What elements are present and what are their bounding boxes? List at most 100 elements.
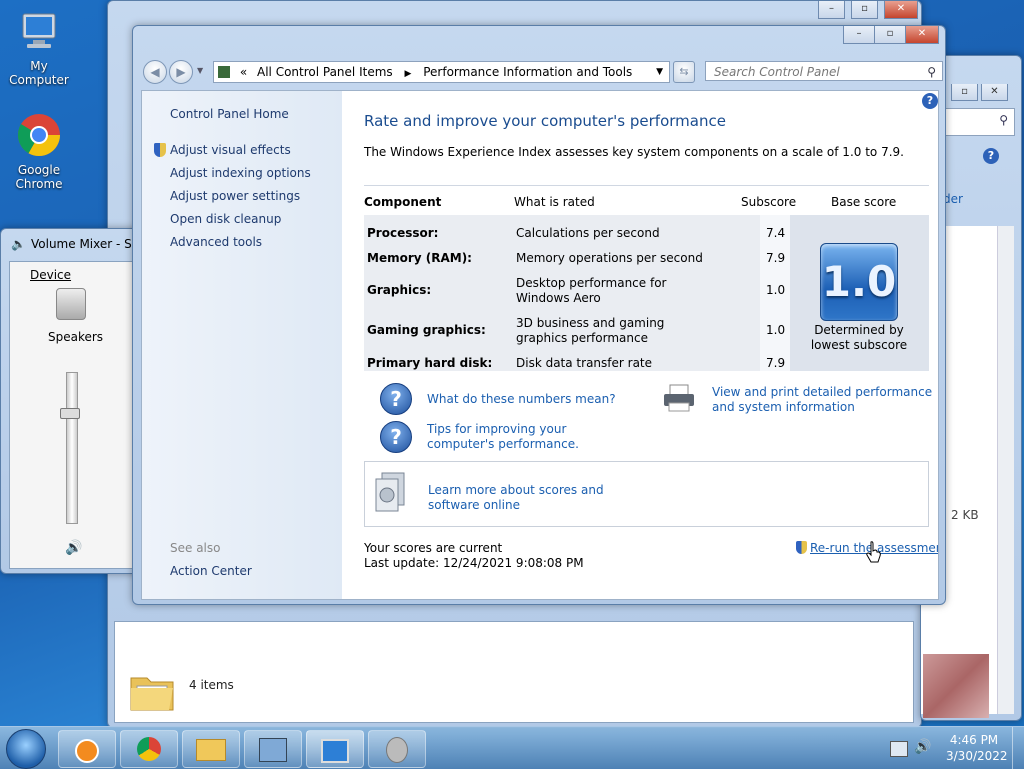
open-disk-cleanup-link[interactable]: Open disk cleanup bbox=[170, 212, 281, 226]
speakers-label: Speakers bbox=[48, 330, 104, 344]
help-icon[interactable]: ? bbox=[983, 148, 999, 164]
clock-time[interactable]: 4:46 PM bbox=[946, 733, 1002, 747]
tips-improving-link[interactable]: Tips for improving your computer's perfo… bbox=[427, 422, 632, 452]
left-pane: Control Panel Home Adjust visual effects… bbox=[142, 91, 342, 599]
desktop-icon-my-computer[interactable]: My Computer bbox=[0, 10, 78, 87]
start-button[interactable] bbox=[6, 729, 46, 769]
taskbar: 🔊 4:46 PM 3/30/2022 bbox=[0, 726, 1024, 769]
row-subscore: 7.9 bbox=[766, 251, 786, 265]
advanced-tools-link[interactable]: Advanced tools bbox=[170, 235, 262, 249]
clock-date[interactable]: 3/30/2022 bbox=[946, 749, 1008, 763]
volume-mixer-body: Device Speakers 🔊 bbox=[9, 261, 139, 569]
desktop-icon-label: My Computer bbox=[9, 59, 69, 87]
file-size: 2 KB bbox=[951, 508, 979, 522]
printer-icon bbox=[664, 384, 694, 412]
desktop-icon-google-chrome[interactable]: Google Chrome bbox=[0, 112, 78, 191]
speaker-icon bbox=[386, 737, 408, 763]
help-icon[interactable]: ? bbox=[922, 93, 938, 109]
close-button[interactable]: ✕ bbox=[981, 84, 1008, 101]
see-also-heading: See also bbox=[170, 541, 221, 555]
adjust-power-settings-link[interactable]: Adjust power settings bbox=[170, 189, 300, 203]
taskbar-media-player[interactable] bbox=[58, 730, 116, 768]
control-panel-home-link[interactable]: Control Panel Home bbox=[170, 107, 289, 121]
history-dropdown-icon[interactable]: ▼ bbox=[197, 66, 203, 75]
learn-more-link[interactable]: Learn more about scores and software onl… bbox=[428, 483, 638, 513]
divider bbox=[364, 185, 929, 186]
search-icon: ⚲ bbox=[927, 65, 936, 79]
minimize-button[interactable]: – bbox=[843, 26, 875, 44]
volume-icon[interactable]: 🔊 bbox=[914, 739, 931, 755]
page-description: The Windows Experience Index assesses ke… bbox=[364, 145, 904, 159]
row-component: Primary hard disk: bbox=[367, 356, 493, 370]
back-button[interactable]: ◀ bbox=[143, 60, 167, 84]
breadcrumb-prefix[interactable]: « bbox=[240, 65, 247, 79]
monitor-icon bbox=[321, 739, 349, 763]
search-placeholder: Search Control Panel bbox=[714, 65, 840, 79]
device-label: Device bbox=[30, 268, 72, 282]
close-button[interactable]: ✕ bbox=[884, 1, 918, 19]
volume-slider-track[interactable] bbox=[66, 372, 78, 524]
navigation-bar: ◀ ▶ ▼ « All Control Panel Items ▶ Perfor… bbox=[141, 58, 943, 86]
chrome-icon bbox=[137, 737, 161, 761]
folder-icon bbox=[196, 739, 226, 761]
taskbar-volume-mixer[interactable] bbox=[368, 730, 426, 768]
action-center-link[interactable]: Action Center bbox=[170, 564, 252, 578]
show-desktop-button[interactable] bbox=[1012, 727, 1024, 769]
picture-thumbnail bbox=[923, 654, 989, 718]
folder-icon bbox=[130, 677, 174, 711]
taskbar-chrome[interactable] bbox=[120, 730, 178, 768]
row-component: Graphics: bbox=[367, 283, 432, 297]
performance-window[interactable]: – ▫ ✕ ◀ ▶ ▼ « All Control Panel Items ▶ … bbox=[132, 25, 946, 605]
row-subscore: 1.0 bbox=[766, 283, 786, 297]
row-component: Gaming graphics: bbox=[367, 323, 486, 337]
mute-speaker-icon[interactable]: 🔊 bbox=[65, 540, 82, 556]
hand-cursor-icon bbox=[866, 541, 881, 563]
computer-icon bbox=[22, 13, 56, 48]
taskbar-explorer[interactable] bbox=[182, 730, 240, 768]
address-dropdown-icon[interactable]: ▼ bbox=[656, 62, 663, 82]
row-subscore: 7.4 bbox=[766, 226, 786, 240]
what-numbers-mean-link[interactable]: What do these numbers mean? bbox=[427, 392, 616, 406]
breadcrumb-performance[interactable]: Performance Information and Tools bbox=[423, 65, 632, 79]
adjust-visual-effects-link[interactable]: Adjust visual effects bbox=[170, 143, 291, 157]
last-update-text: Last update: 12/24/2021 9:08:08 PM bbox=[364, 556, 584, 570]
restore-button[interactable]: ▫ bbox=[951, 84, 978, 101]
forward-button[interactable]: ▶ bbox=[169, 60, 193, 84]
speakers-icon[interactable] bbox=[56, 288, 86, 320]
media-player-icon bbox=[75, 739, 99, 763]
maximize-button[interactable]: ▫ bbox=[851, 1, 878, 19]
breadcrumb-all-control-panel-items[interactable]: All Control Panel Items bbox=[257, 65, 393, 79]
close-button[interactable]: ✕ bbox=[905, 26, 939, 44]
network-icon[interactable] bbox=[890, 741, 908, 757]
maximize-button[interactable]: ▫ bbox=[874, 26, 906, 44]
row-rated: Disk data transfer rate bbox=[516, 356, 653, 370]
scores-current-text: Your scores are current bbox=[364, 541, 503, 555]
row-rated: Calculations per second bbox=[516, 226, 660, 240]
adjust-indexing-options-link[interactable]: Adjust indexing options bbox=[170, 166, 311, 180]
row-rated: Memory operations per second bbox=[516, 251, 703, 265]
taskbar-control-panel[interactable] bbox=[244, 730, 302, 768]
search-control-panel-input[interactable]: Search Control Panel ⚲ bbox=[705, 61, 943, 81]
speaker-title-icon: 🔈 bbox=[11, 237, 26, 251]
minimize-button[interactable]: – bbox=[818, 1, 845, 19]
vertical-scrollbar[interactable] bbox=[997, 226, 1014, 714]
shield-icon bbox=[796, 541, 807, 554]
volume-slider-thumb[interactable] bbox=[60, 408, 80, 419]
taskbar-performance[interactable] bbox=[306, 730, 364, 768]
refresh-button[interactable]: ⇆ bbox=[673, 61, 695, 83]
software-box-icon bbox=[375, 472, 405, 512]
row-rated: 3D business and gaming graphics performa… bbox=[516, 316, 665, 345]
col-header-subscore: Subscore bbox=[741, 195, 797, 209]
view-print-details-link[interactable]: View and print detailed performance and … bbox=[712, 385, 937, 415]
page-title: Rate and improve your computer's perform… bbox=[364, 112, 726, 130]
control-panel-icon bbox=[218, 66, 230, 78]
volume-mixer-window[interactable]: Volume Mixer - Spe 🔈 Device Speakers 🔊 bbox=[0, 228, 147, 574]
control-panel-icon bbox=[259, 738, 287, 762]
base-score-caption: Determined by lowest subscore bbox=[810, 323, 908, 352]
address-bar[interactable]: « All Control Panel Items ▶ Performance … bbox=[213, 61, 670, 83]
question-icon: ? bbox=[380, 383, 412, 415]
volume-mixer-title: Volume Mixer - Spe bbox=[31, 237, 147, 251]
row-component: Processor: bbox=[367, 226, 439, 240]
col-header-what-is-rated: What is rated bbox=[514, 195, 595, 209]
col-header-base-score: Base score bbox=[831, 195, 897, 209]
